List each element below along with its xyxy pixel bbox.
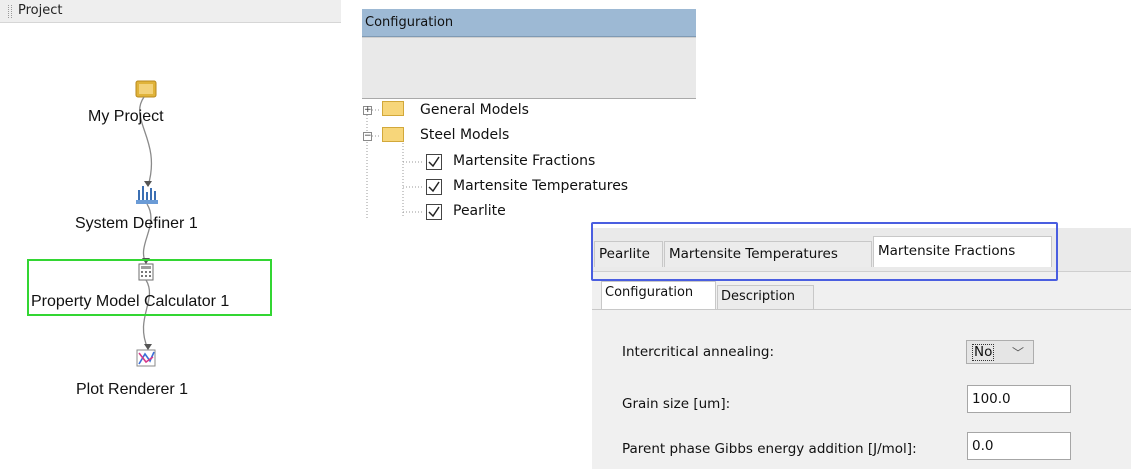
configuration-panel-title: Configuration: [365, 15, 454, 30]
gibbs-energy-input[interactable]: 0.0: [967, 432, 1071, 460]
expand-general-models-icon[interactable]: +: [363, 106, 372, 115]
checkbox-pearlite[interactable]: [426, 204, 442, 220]
tree-item-general-models[interactable]: General Models: [420, 102, 529, 118]
chevron-down-icon[interactable]: ﹀: [1012, 344, 1024, 361]
tree-item-pearlite[interactable]: Pearlite: [453, 203, 506, 219]
tabs-highlight-box: [591, 222, 1058, 281]
node-label-property-model-calculator[interactable]: Property Model Calculator 1: [31, 293, 229, 311]
collapse-steel-models-icon[interactable]: −: [363, 132, 372, 141]
tab-configuration[interactable]: Configuration: [601, 281, 716, 309]
plot-icon[interactable]: [136, 349, 156, 367]
checkmark-icon: [428, 181, 440, 193]
intercritical-annealing-value[interactable]: No: [972, 344, 995, 361]
node-label-plot-renderer[interactable]: Plot Renderer 1: [76, 381, 188, 399]
intercritical-annealing-label: Intercritical annealing:: [622, 344, 775, 360]
folder-icon[interactable]: [135, 80, 157, 98]
checkmark-icon: [428, 206, 440, 218]
checkbox-martensite-temperatures[interactable]: [426, 179, 442, 195]
system-definer-icon[interactable]: [136, 186, 158, 204]
checkbox-martensite-fractions[interactable]: [426, 154, 442, 170]
tree-item-martensite-fractions[interactable]: Martensite Fractions: [453, 153, 595, 169]
grain-size-input[interactable]: 100.0: [967, 385, 1071, 413]
node-label-my-project[interactable]: My Project: [88, 108, 164, 126]
tree-item-martensite-temperatures[interactable]: Martensite Temperatures: [453, 178, 628, 194]
gibbs-energy-label: Parent phase Gibbs energy addition [J/mo…: [622, 441, 917, 457]
folder-icon: [382, 127, 404, 142]
configuration-toolbar-area: [362, 37, 696, 99]
node-label-system-definer[interactable]: System Definer 1: [75, 215, 198, 233]
grain-size-label: Grain size [um]:: [622, 396, 731, 412]
tab-description[interactable]: Description: [717, 285, 814, 309]
folder-icon: [382, 101, 404, 116]
checkmark-icon: [428, 156, 440, 168]
tree-item-steel-models[interactable]: Steel Models: [420, 127, 509, 143]
